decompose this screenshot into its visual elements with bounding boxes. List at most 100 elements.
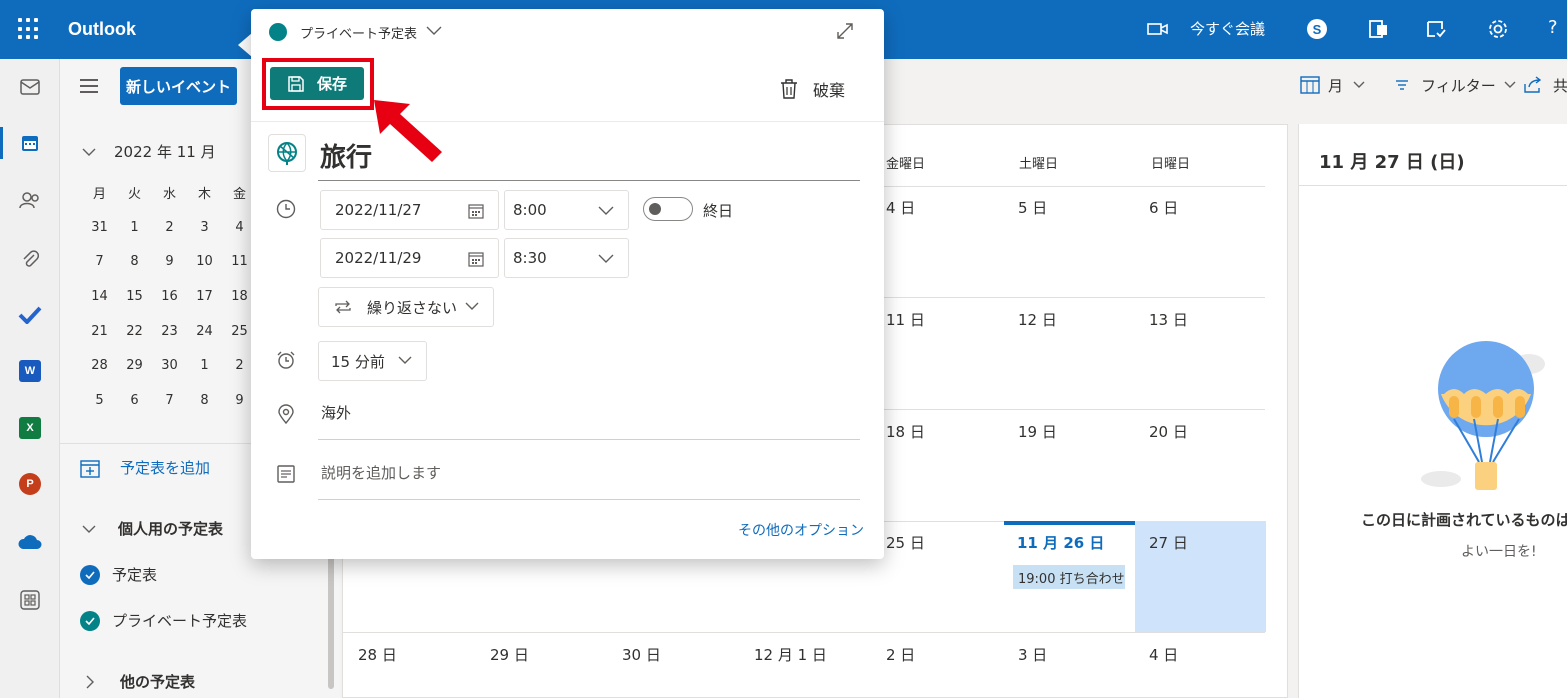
chevron-down-icon[interactable] — [82, 145, 96, 159]
menu-icon[interactable] — [80, 79, 98, 93]
check-icon[interactable] — [80, 610, 100, 631]
location-input[interactable]: 海外 — [321, 402, 351, 423]
other-calendars-group[interactable]: 他の予定表 — [86, 671, 195, 692]
day-number[interactable]: 25 日 — [886, 532, 925, 553]
calendar-item-default[interactable]: 予定表 — [80, 564, 157, 585]
day-number[interactable]: 11 日 — [886, 309, 925, 330]
calendar-item-private[interactable]: プライベート予定表 — [80, 610, 247, 631]
mini-day[interactable]: 2 — [152, 220, 187, 235]
day-number[interactable]: 13 日 — [1149, 309, 1188, 330]
end-date-field[interactable]: 2022/11/29 — [320, 238, 499, 278]
mini-day[interactable]: 1 — [117, 220, 152, 235]
apps-icon[interactable] — [0, 580, 60, 620]
settings-gear-icon[interactable] — [1486, 17, 1510, 41]
todo-icon[interactable] — [0, 295, 60, 335]
mini-day[interactable]: 10 — [187, 254, 222, 269]
view-switcher[interactable]: 月 — [1300, 70, 1365, 100]
mini-day[interactable]: 28 — [82, 358, 117, 373]
calendar-color-dot[interactable] — [269, 23, 287, 41]
mini-day[interactable]: 7 — [152, 393, 187, 408]
personal-calendars-group[interactable]: 個人用の予定表 — [82, 518, 223, 539]
mini-day[interactable]: 31 — [82, 220, 117, 235]
day-number[interactable]: 19 日 — [1018, 421, 1057, 442]
description-input[interactable]: 説明を追加します — [321, 462, 441, 483]
day-number[interactable]: 28 日 — [358, 644, 397, 665]
mini-day[interactable]: 6 — [117, 393, 152, 408]
calendar-picker-icon[interactable] — [468, 251, 484, 267]
save-button[interactable]: 保存 — [270, 67, 364, 100]
help-icon[interactable]: ? — [1548, 17, 1558, 38]
filter-button[interactable]: フィルター — [1395, 70, 1516, 100]
event-chip[interactable]: 19:00 打ち合わせ — [1013, 565, 1125, 589]
excel-icon[interactable]: X — [0, 408, 60, 448]
day-number[interactable]: 30 日 — [622, 644, 661, 665]
mini-day[interactable]: 14 — [82, 289, 117, 304]
globe-icon[interactable] — [268, 134, 306, 172]
mini-day[interactable]: 8 — [187, 393, 222, 408]
reminder-dropdown[interactable]: 15 分前 — [318, 341, 427, 381]
meet-now-button[interactable]: 今すぐ会議 — [1190, 18, 1265, 39]
day-number[interactable]: 4 日 — [886, 197, 915, 218]
description-underline — [318, 499, 860, 500]
powerpoint-icon[interactable]: P — [0, 464, 60, 504]
mini-day[interactable]: 22 — [117, 324, 152, 339]
location-underline — [318, 439, 860, 440]
day-number[interactable]: 4 日 — [1149, 644, 1178, 665]
end-time-field[interactable]: 8:30 — [504, 238, 629, 278]
mini-day[interactable]: 15 — [117, 289, 152, 304]
word-icon[interactable]: W — [0, 351, 60, 391]
day-number[interactable]: 3 日 — [1018, 644, 1047, 665]
onedrive-icon[interactable] — [0, 522, 60, 562]
mini-day[interactable]: 16 — [152, 289, 187, 304]
mini-day[interactable]: 17 — [187, 289, 222, 304]
day-number[interactable]: 2 日 — [886, 644, 915, 665]
day-number[interactable]: 6 日 — [1149, 197, 1178, 218]
app-launcher-icon[interactable] — [18, 18, 40, 40]
mini-day[interactable]: 1 — [187, 358, 222, 373]
today-label[interactable]: 11 月 26 日 — [1017, 532, 1104, 553]
calendar-icon[interactable] — [0, 123, 60, 163]
start-time-field[interactable]: 8:00 — [504, 190, 629, 230]
office-icon[interactable] — [1367, 17, 1391, 41]
mini-day[interactable]: 21 — [82, 324, 117, 339]
app-title[interactable]: Outlook — [68, 19, 136, 40]
mini-day[interactable]: 30 — [152, 358, 187, 373]
check-icon[interactable] — [80, 564, 100, 585]
day-number[interactable]: 12 日 — [1018, 309, 1057, 330]
video-icon[interactable] — [1147, 22, 1169, 36]
repeat-dropdown[interactable]: 繰り返さない — [318, 287, 494, 327]
discard-button[interactable]: 破棄 — [779, 77, 845, 101]
expand-icon[interactable] — [835, 21, 855, 41]
day-number[interactable]: 12 月 1 日 — [754, 644, 827, 665]
mini-day[interactable]: 5 — [82, 393, 117, 408]
mini-day[interactable]: 3 — [187, 220, 222, 235]
start-date-field[interactable]: 2022/11/27 — [320, 190, 499, 230]
day-number[interactable]: 5 日 — [1018, 197, 1047, 218]
mini-day[interactable]: 9 — [152, 254, 187, 269]
mini-day[interactable]: 7 — [82, 254, 117, 269]
all-day-toggle[interactable] — [643, 197, 693, 221]
mini-day[interactable]: 8 — [117, 254, 152, 269]
new-event-button[interactable]: 新しいイベント — [120, 67, 237, 105]
day-number[interactable]: 27 日 — [1149, 532, 1188, 553]
mail-icon[interactable] — [0, 67, 60, 107]
whats-new-icon[interactable] — [1424, 17, 1448, 41]
mini-day[interactable]: 29 — [117, 358, 152, 373]
more-options-link[interactable]: その他のオプション — [738, 520, 864, 540]
people-icon[interactable] — [0, 180, 60, 220]
chevron-down-icon[interactable] — [426, 25, 442, 35]
mini-day[interactable]: 24 — [187, 324, 222, 339]
event-title-input[interactable]: 旅行 — [320, 137, 372, 174]
mini-day[interactable]: 23 — [152, 324, 187, 339]
calendar-picker-icon[interactable] — [468, 203, 484, 219]
share-button[interactable]: 共 — [1523, 70, 1567, 100]
filter-icon — [1396, 80, 1408, 90]
calendar-selector[interactable]: プライベート予定表 — [300, 23, 417, 42]
mini-calendar-month[interactable]: 2022 年 11 月 — [114, 141, 216, 162]
day-number[interactable]: 18 日 — [886, 421, 925, 442]
day-number[interactable]: 20 日 — [1149, 421, 1188, 442]
day-number[interactable]: 29 日 — [490, 644, 529, 665]
skype-icon[interactable]: S — [1305, 17, 1329, 41]
add-calendar-link[interactable]: 予定表を追加 — [80, 457, 210, 478]
attach-icon[interactable] — [0, 239, 60, 279]
